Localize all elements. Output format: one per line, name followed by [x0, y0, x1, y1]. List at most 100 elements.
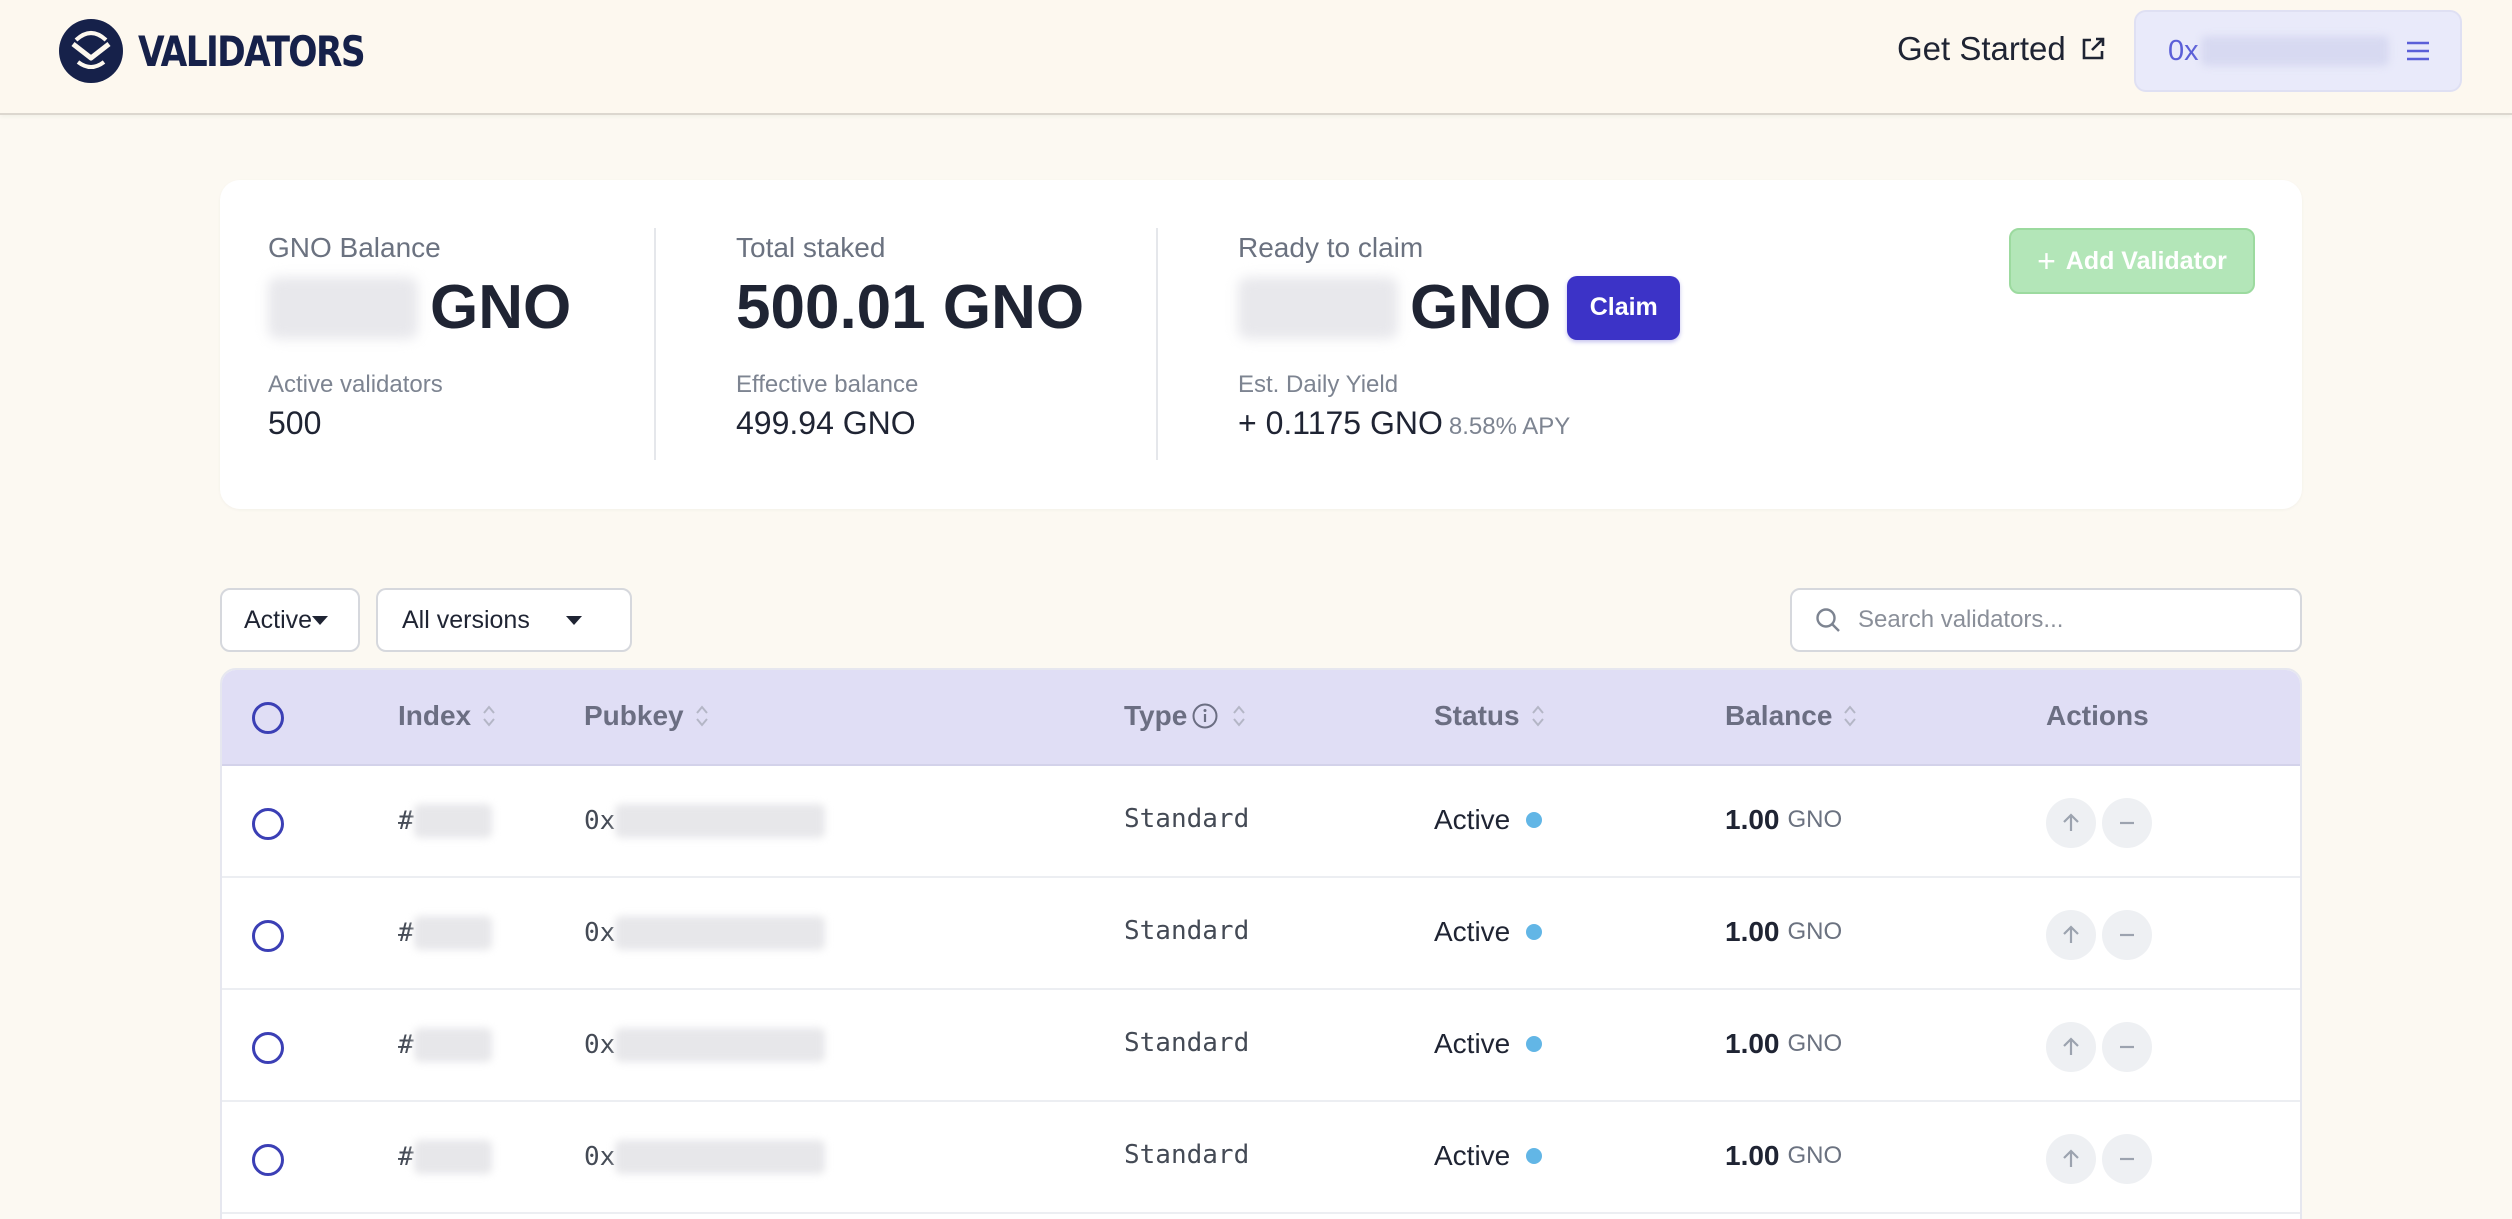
table-row[interactable]: # 0x Standard Active 1.00 GNO: [222, 766, 2300, 878]
external-link-icon: [2082, 37, 2105, 60]
status-text: Active: [1434, 804, 1511, 835]
index-prefix: #: [398, 1142, 414, 1172]
add-validator-button[interactable]: + Add Validator: [2009, 228, 2255, 294]
gno-balance-unit: GNO: [430, 273, 572, 342]
column-actions-label: Actions: [2046, 700, 2149, 731]
version-filter-select[interactable]: All versions: [376, 588, 632, 652]
exit-button[interactable]: [2102, 910, 2152, 960]
column-actions: Actions: [2046, 700, 2149, 732]
row-status: Active: [1434, 804, 1543, 836]
wallet-address-redacted: [2200, 36, 2389, 66]
table-header: Index Pubkey Type Status Balance Actions: [222, 670, 2300, 766]
search-validators-input[interactable]: [1858, 606, 2258, 634]
wallet-address-prefix: 0x: [2168, 34, 2199, 67]
index-prefix: #: [398, 918, 414, 948]
exit-button[interactable]: [2102, 1134, 2152, 1184]
validators-logo-icon: [59, 19, 123, 83]
wallet-account-button[interactable]: 0x: [2134, 10, 2462, 92]
info-icon[interactable]: [1191, 702, 1219, 730]
topup-button[interactable]: [2046, 910, 2096, 960]
ready-to-claim-unit: GNO: [1410, 273, 1552, 342]
daily-yield-label: Est. Daily Yield: [1238, 371, 1399, 398]
status-text: Active: [1434, 1140, 1511, 1171]
get-started-link[interactable]: Get Started: [1897, 30, 2108, 68]
version-filter-value: All versions: [402, 605, 530, 634]
row-balance: 1.00 GNO: [1725, 916, 1842, 948]
row-pubkey[interactable]: 0x: [584, 1140, 826, 1174]
row-status: Active: [1434, 1028, 1543, 1060]
row-select-radio[interactable]: [252, 1144, 284, 1176]
summary-divider: [654, 228, 656, 460]
search-icon: [1816, 608, 1840, 632]
chevron-down-icon: [565, 615, 582, 625]
column-type[interactable]: Type: [1124, 700, 1247, 732]
pubkey-prefix: 0x: [584, 1030, 616, 1060]
column-index[interactable]: Index: [398, 700, 497, 732]
gno-balance-label: GNO Balance: [268, 232, 441, 263]
active-validators-label: Active validators: [268, 371, 443, 398]
index-prefix: #: [398, 1030, 414, 1060]
pubkey-redacted: [615, 1028, 826, 1062]
topup-button[interactable]: [2046, 1134, 2096, 1184]
status-text: Active: [1434, 916, 1511, 947]
sort-icon: [1233, 705, 1246, 727]
row-type: Standard: [1124, 916, 1250, 946]
table-row[interactable]: # 0x Standard Active 1.00 GNO: [222, 1102, 2300, 1214]
gno-balance-stat: GNO Balance GNO Active validators 500: [268, 232, 571, 442]
row-status: Active: [1434, 916, 1543, 948]
status-filter-value: Active: [244, 605, 313, 634]
column-status[interactable]: Status: [1434, 700, 1546, 732]
index-redacted: [413, 916, 492, 950]
exit-button[interactable]: [2102, 798, 2152, 848]
sort-icon: [483, 705, 495, 727]
arrow-up-icon: [2063, 813, 2079, 831]
ready-to-claim-stat: Ready to claim GNO Claim Est. Daily Yiel…: [1238, 232, 1681, 442]
pubkey-redacted: [615, 1140, 826, 1174]
ready-to-claim-redacted: [1238, 276, 1398, 339]
column-status-label: Status: [1434, 700, 1520, 731]
column-pubkey[interactable]: Pubkey: [584, 700, 710, 732]
topup-button[interactable]: [2046, 1022, 2096, 1072]
claim-button[interactable]: Claim: [1567, 275, 1681, 340]
ready-to-claim-value: GNO Claim: [1238, 272, 1681, 343]
column-balance-label: Balance: [1725, 700, 1833, 731]
row-select-radio[interactable]: [252, 808, 284, 840]
minus-icon: [2120, 1157, 2134, 1161]
row-type: Standard: [1124, 804, 1250, 834]
topup-button[interactable]: [2046, 798, 2096, 848]
row-pubkey[interactable]: 0x: [584, 1028, 826, 1062]
row-pubkey[interactable]: 0x: [584, 916, 826, 950]
brand-logo[interactable]: VALIDATORS: [58, 18, 414, 84]
status-dot-icon: [1526, 924, 1543, 940]
row-index: #: [398, 804, 492, 838]
sort-icon: [695, 705, 708, 727]
gno-balance-value: GNO: [268, 272, 571, 343]
balance-summary-card: GNO Balance GNO Active validators 500 To…: [220, 180, 2302, 509]
balance-value: 1.00: [1725, 1140, 1780, 1171]
pubkey-prefix: 0x: [584, 1142, 616, 1172]
gno-balance-redacted: [268, 276, 418, 339]
minus-icon: [2120, 821, 2134, 825]
apy-value: 8.58% APY: [1448, 413, 1571, 440]
brand-name: VALIDATORS: [138, 26, 366, 76]
row-status: Active: [1434, 1140, 1543, 1172]
table-row[interactable]: # 0x Standard Active 1.00 GNO: [222, 990, 2300, 1102]
status-filter-select[interactable]: Active: [220, 588, 360, 652]
summary-divider: [1156, 228, 1158, 460]
validators-table: Index Pubkey Type Status Balance Actions…: [220, 668, 2302, 1219]
row-select-radio[interactable]: [252, 1032, 284, 1064]
exit-button[interactable]: [2102, 1022, 2152, 1072]
column-balance[interactable]: Balance: [1725, 700, 1858, 732]
daily-yield-row: + 0.1175 GNO 8.58% APY: [1238, 405, 1680, 442]
select-all-radio[interactable]: [252, 702, 284, 734]
top-header: VALIDATORS Get Started 0x: [0, 0, 2512, 115]
daily-yield-value: + 0.1175 GNO: [1238, 405, 1443, 441]
balance-unit: GNO: [1787, 806, 1843, 833]
status-dot-icon: [1526, 1036, 1543, 1052]
table-row[interactable]: # 0x Standard Active 1.00 GNO: [222, 878, 2300, 990]
row-pubkey[interactable]: 0x: [584, 804, 826, 838]
row-select-radio[interactable]: [252, 920, 284, 952]
row-balance: 1.00 GNO: [1725, 804, 1842, 836]
row-index: #: [398, 1028, 492, 1062]
sort-icon: [1844, 705, 1857, 727]
